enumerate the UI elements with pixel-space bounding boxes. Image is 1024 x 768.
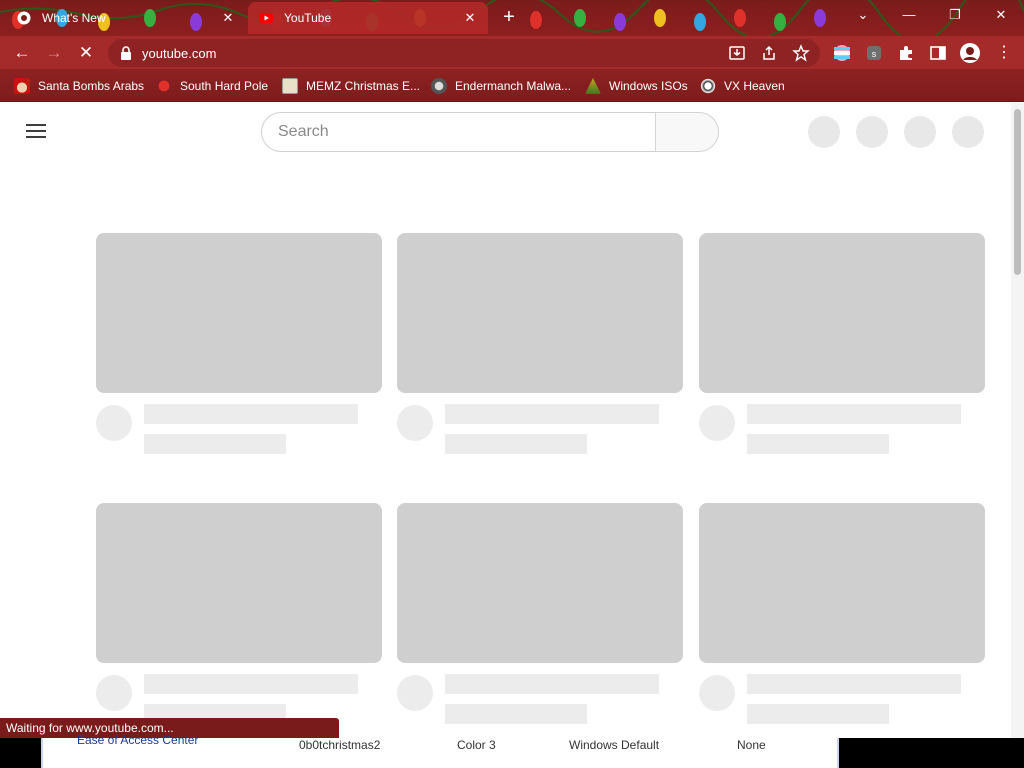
youtube-icon [258,10,274,26]
underlying-window-strip: Ease of Access Center 0b0tchristmas2 Col… [0,733,1024,768]
puzzle-icon[interactable] [897,44,915,62]
thumbnail-placeholder [699,503,985,663]
scrollbar-thumb[interactable] [1014,109,1021,275]
bookmark-star-icon[interactable] [792,44,810,62]
biohazard-icon [700,78,716,94]
thumbnail-placeholder [96,233,382,393]
sounds-column-value: Windows Default [569,738,660,752]
install-icon[interactable] [728,44,746,62]
title-placeholder [445,674,659,694]
header-placeholder-circle [808,116,840,148]
page-scrollbar[interactable] [1011,103,1024,738]
subtitle-placeholder [445,434,587,454]
share-icon[interactable] [760,44,778,62]
screensaver-column-value: None [737,738,766,752]
thumbnail-placeholder [699,233,985,393]
new-tab-button[interactable]: + [498,6,520,28]
address-bar[interactable]: youtube.com [108,39,820,67]
search-bar [261,112,719,152]
bookmark-south-hard-pole[interactable]: South Hard Pole [156,76,268,96]
close-icon[interactable]: ✕ [462,10,478,26]
back-button[interactable]: ← [10,41,34,65]
thumbnail-placeholder [397,503,683,663]
search-button[interactable] [655,112,719,152]
header-placeholder-circle [952,116,984,148]
lock-icon [121,46,131,60]
extension-s-icon[interactable]: s [865,44,883,62]
search-input[interactable] [261,112,656,152]
browser-toolbar: ← → ✕ youtube.com s ⋮ [0,36,1024,69]
menu-hamburger-icon[interactable] [26,123,46,139]
title-placeholder [144,404,358,424]
title-placeholder [144,674,358,694]
bookmark-vx-heaven[interactable]: VX Heaven [700,76,785,96]
avatar-placeholder [699,405,735,441]
url-text: youtube.com [142,45,217,61]
bookmark-label: South Hard Pole [180,79,269,93]
subtitle-placeholder [144,434,286,454]
close-icon[interactable]: ✕ [220,10,236,26]
title-placeholder [747,404,961,424]
bookmarks-bar: Santa Bombs Arabs South Hard Pole MEMZ C… [0,69,1024,102]
title-placeholder [445,404,659,424]
tab-search-button[interactable]: ⌄ [840,0,886,30]
side-panel-icon[interactable] [929,44,947,62]
virus-icon [156,78,172,94]
ease-of-access-link[interactable]: Ease of Access Center [77,733,198,747]
subtitle-placeholder [445,704,587,724]
bookmark-santa-bombs-arabs[interactable]: Santa Bombs Arabs [14,76,144,96]
profile-avatar-icon[interactable] [959,42,981,64]
avatar-placeholder [96,675,132,711]
thumbnail-placeholder [397,233,683,393]
bookmark-label: Santa Bombs Arabs [38,79,145,93]
bookmark-label: Windows ISOs [609,79,688,93]
forward-button[interactable]: → [42,41,66,65]
bookmark-endermanch-malware[interactable]: Endermanch Malwa... [431,76,571,96]
bookmark-label: MEMZ Christmas E... [306,79,421,93]
avatar-placeholder [96,405,132,441]
bookmark-label: VX Heaven [724,79,785,93]
memz-icon [282,78,298,94]
tab-whats-new[interactable]: What's New ✕ [6,2,246,34]
raccoon-icon [431,78,447,94]
thumbnail-placeholder [96,503,382,663]
restore-button[interactable]: ❐ [932,0,978,30]
flag-extension-icon[interactable] [833,44,851,62]
subtitle-placeholder [747,434,889,454]
personalization-panel: Ease of Access Center 0b0tchristmas2 Col… [41,733,839,768]
color-column-value: Color 3 [457,738,496,752]
subtitle-placeholder [747,704,889,724]
chrome-icon [16,10,32,26]
svg-text:s: s [872,49,877,59]
menu-kebab-icon[interactable]: ⋮ [992,41,1016,65]
minimize-button[interactable]: — [886,0,932,30]
avatar-placeholder [397,675,433,711]
tab-title: YouTube [284,11,332,25]
tab-strip: What's New ✕ YouTube ✕ + ⌄ — ❐ ✕ [0,0,1024,36]
tab-youtube[interactable]: YouTube ✕ [248,2,488,34]
theme-column-value: 0b0tchristmas2 [299,738,381,752]
bookmark-label: Endermanch Malwa... [455,79,572,93]
tab-title: What's New [42,11,106,25]
avatar-placeholder [397,405,433,441]
stop-loading-button[interactable]: ✕ [74,41,98,65]
title-placeholder [747,674,961,694]
header-placeholder-circle [856,116,888,148]
avatar-placeholder [699,675,735,711]
bookmark-memz-christmas[interactable]: MEMZ Christmas E... [282,76,420,96]
tree-icon [585,78,601,94]
santa-icon [14,78,30,94]
youtube-page [0,103,1011,738]
close-window-button[interactable]: ✕ [978,0,1024,30]
bookmark-windows-isos[interactable]: Windows ISOs [585,76,688,96]
header-placeholder-circle [904,116,936,148]
